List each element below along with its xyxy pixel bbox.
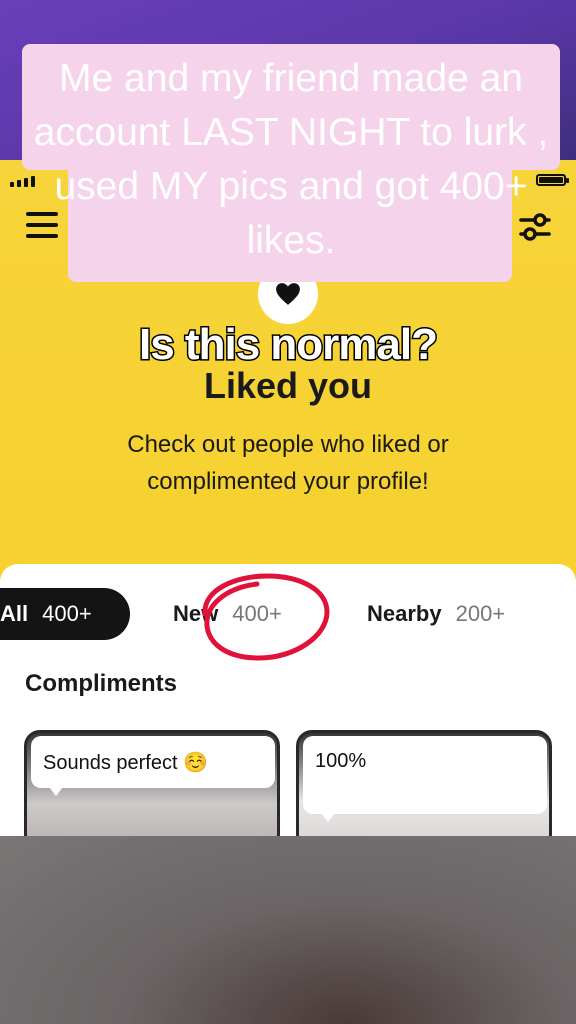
tab-count: 400+	[232, 601, 282, 626]
tab-label: New	[173, 601, 219, 626]
compliment-card[interactable]: Sounds perfect ☺️	[24, 730, 280, 836]
video-caption-text: Me and my friend made an account LAST NI…	[33, 57, 549, 262]
video-background-bottom	[0, 836, 576, 1024]
likes-panel: All 400+ New 400+ Nearby 200+ Compliment…	[0, 564, 576, 836]
tab-count: 400+	[42, 601, 92, 626]
page-subtitle: Check out people who liked or compliment…	[127, 431, 449, 495]
tab-count: 200+	[455, 601, 506, 626]
video-caption-question: Is this normal?	[138, 319, 440, 371]
tab-new[interactable]: New 400+	[173, 588, 282, 640]
page-title: Liked you	[203, 365, 373, 406]
compliment-card[interactable]: 100%	[296, 730, 552, 836]
heart-icon	[276, 283, 300, 305]
compliment-bubble: Sounds perfect ☺️	[31, 736, 275, 796]
tab-nearby[interactable]: Nearby 200+	[367, 588, 505, 640]
tab-label: All	[0, 601, 29, 626]
compliments-heading: Compliments	[25, 670, 178, 697]
tab-all[interactable]: All 400+	[0, 588, 130, 640]
tab-label: Nearby	[367, 601, 442, 626]
compliment-bubble: 100%	[303, 736, 547, 822]
